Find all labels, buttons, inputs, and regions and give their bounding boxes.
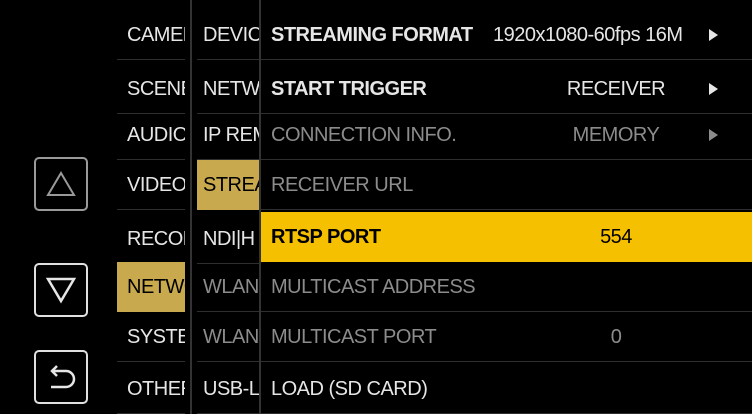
setting-label: LOAD (SD CARD) xyxy=(271,378,428,400)
setting-receiver-url[interactable]: RECEIVER URL xyxy=(261,160,752,210)
submenu-item-usb-lan[interactable]: USB-LA xyxy=(197,364,259,414)
submenu-item-wlan-2[interactable]: WLAN xyxy=(197,312,259,362)
menu-item-others[interactable]: OTHERS xyxy=(117,364,185,414)
chevron-right-icon xyxy=(709,83,718,95)
setting-value: 1920x1080-60fps 16M xyxy=(493,24,683,46)
setting-value: MEMORY xyxy=(572,124,660,146)
menu-item-recording[interactable]: RECORI xyxy=(117,214,185,264)
return-arrow-icon xyxy=(50,365,76,389)
setting-label: RECEIVER URL xyxy=(271,174,413,196)
setting-label: RTSP PORT xyxy=(271,226,381,248)
setting-rtsp-port[interactable]: RTSP PORT 554 xyxy=(261,212,752,262)
menu-category-column: CAMER SCENE AUDIO VIDEO RECORI NETWO SYS… xyxy=(117,0,185,414)
menu-item-network[interactable]: NETWO xyxy=(117,262,185,312)
setting-label: MULTICAST PORT xyxy=(271,326,437,348)
setting-streaming-format[interactable]: STREAMING FORMAT 1920x1080-60fps 16M xyxy=(261,10,752,60)
scroll-up-button[interactable] xyxy=(34,157,88,211)
chevron-right-icon xyxy=(709,129,718,141)
menu-item-system[interactable]: SYSTEM xyxy=(117,312,185,362)
down-triangle-icon xyxy=(45,277,77,304)
submenu-item-device[interactable]: DEVIC xyxy=(197,10,259,60)
menu-item-audio[interactable]: AUDIO xyxy=(117,110,185,160)
menu-item-camera[interactable]: CAMER xyxy=(117,10,185,60)
setting-label: CONNECTION INFO. xyxy=(271,124,457,146)
setting-load-sd-card[interactable]: LOAD (SD CARD) xyxy=(261,364,752,414)
submenu-item-ip-remote[interactable]: IP REM xyxy=(197,110,259,160)
setting-label: START TRIGGER xyxy=(271,78,427,100)
setting-multicast-port[interactable]: MULTICAST PORT 0 xyxy=(261,312,752,362)
menu-item-video[interactable]: VIDEO xyxy=(117,160,185,210)
scroll-down-button[interactable] xyxy=(34,263,88,317)
up-triangle-icon xyxy=(46,171,76,196)
network-submenu-column: DEVIC NETW IP REM STREA NDI|H WLAN WLAN … xyxy=(197,0,259,414)
setting-value: RECEIVER xyxy=(566,78,666,100)
setting-label: MULTICAST ADDRESS xyxy=(271,276,476,298)
column-divider xyxy=(190,0,192,414)
submenu-item-network[interactable]: NETW xyxy=(197,64,259,114)
setting-multicast-address[interactable]: MULTICAST ADDRESS xyxy=(261,262,752,312)
setting-value: 554 xyxy=(600,226,632,248)
setting-start-trigger[interactable]: START TRIGGER RECEIVER xyxy=(261,64,752,114)
submenu-item-ndi-hx[interactable]: NDI|H xyxy=(197,214,259,264)
camera-menu-screen: CAMER SCENE AUDIO VIDEO RECORI NETWO SYS… xyxy=(0,0,752,414)
menu-item-scene[interactable]: SCENE xyxy=(117,64,185,114)
setting-value: 0 xyxy=(610,326,622,348)
submenu-item-wlan-1[interactable]: WLAN xyxy=(197,262,259,312)
submenu-item-streaming[interactable]: STREA xyxy=(197,160,259,210)
setting-connection-info[interactable]: CONNECTION INFO. MEMORY xyxy=(261,110,752,160)
setting-label: STREAMING FORMAT xyxy=(271,24,473,46)
chevron-right-icon xyxy=(709,29,718,41)
streaming-settings-column: STREAMING FORMAT 1920x1080-60fps 16M STA… xyxy=(261,0,752,414)
back-button[interactable] xyxy=(34,350,88,404)
